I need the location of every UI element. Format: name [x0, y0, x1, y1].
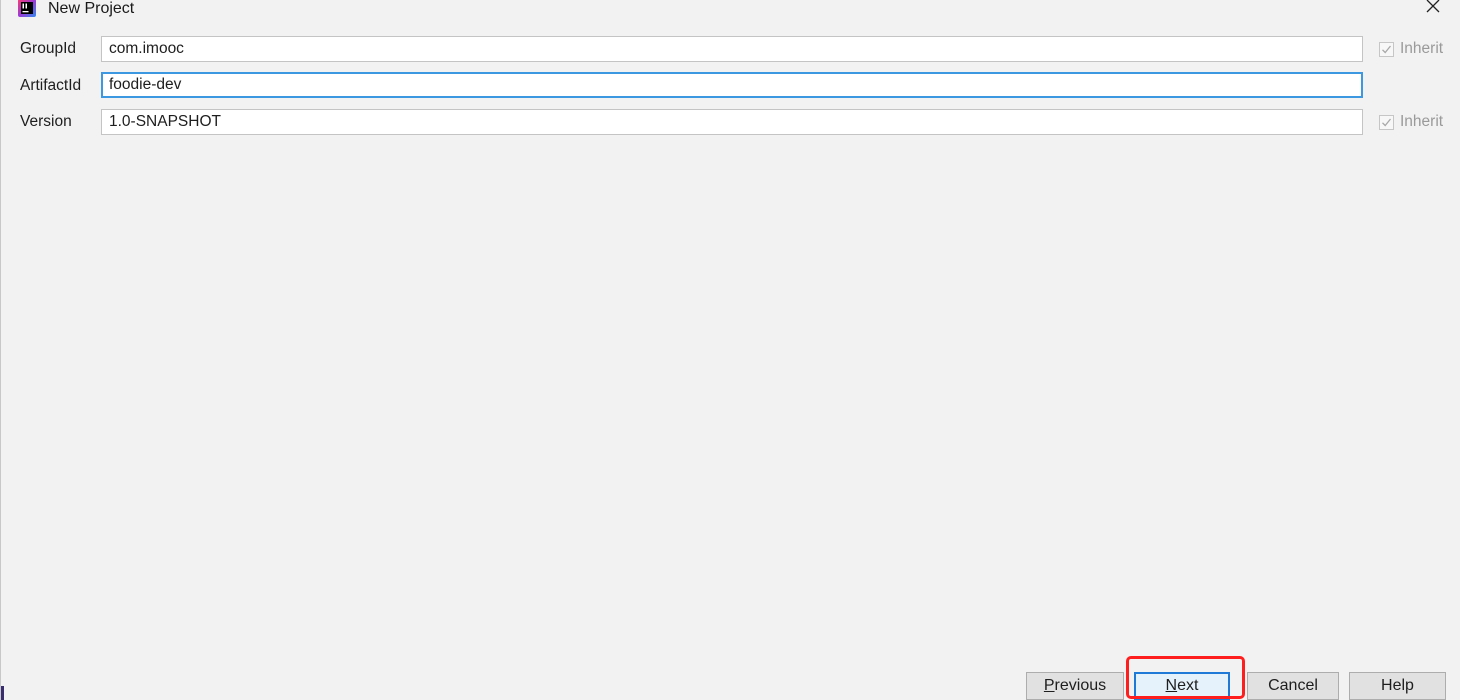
version-field[interactable] — [101, 109, 1363, 135]
groupid-inherit-checkbox[interactable]: Inherit — [1379, 39, 1443, 59]
version-inherit-label: Inherit — [1400, 113, 1444, 130]
close-icon — [1426, 0, 1440, 18]
new-project-dialog: New Project GroupId Inherit ArtifactId V… — [0, 0, 1460, 700]
groupid-field[interactable] — [101, 36, 1363, 62]
next-mnemonic: N — [1165, 677, 1178, 694]
version-label: Version — [20, 113, 72, 130]
artifactid-field[interactable] — [101, 72, 1363, 98]
groupid-label: GroupId — [20, 40, 77, 57]
cancel-button[interactable]: Cancel — [1247, 672, 1339, 700]
next-button[interactable]: Next — [1134, 672, 1230, 700]
checkmark-icon — [1379, 114, 1394, 130]
artifactid-label: ArtifactId — [20, 77, 82, 94]
groupid-inherit-label: Inherit — [1400, 40, 1444, 57]
next-label: ext — [1177, 677, 1199, 694]
intellij-idea-icon — [17, 0, 37, 18]
checkmark-icon — [1379, 41, 1394, 57]
previous-mnemonic: P — [1043, 677, 1055, 694]
version-inherit-checkbox[interactable]: Inherit — [1379, 112, 1443, 132]
title-bar: New Project — [1, 0, 1460, 20]
help-button[interactable]: Help — [1349, 672, 1446, 700]
window-title: New Project — [48, 0, 135, 17]
previous-label: revious — [1054, 677, 1107, 694]
previous-button[interactable]: Previous — [1026, 672, 1124, 700]
background-window-edge — [1, 686, 4, 700]
close-button[interactable] — [1421, 0, 1445, 19]
